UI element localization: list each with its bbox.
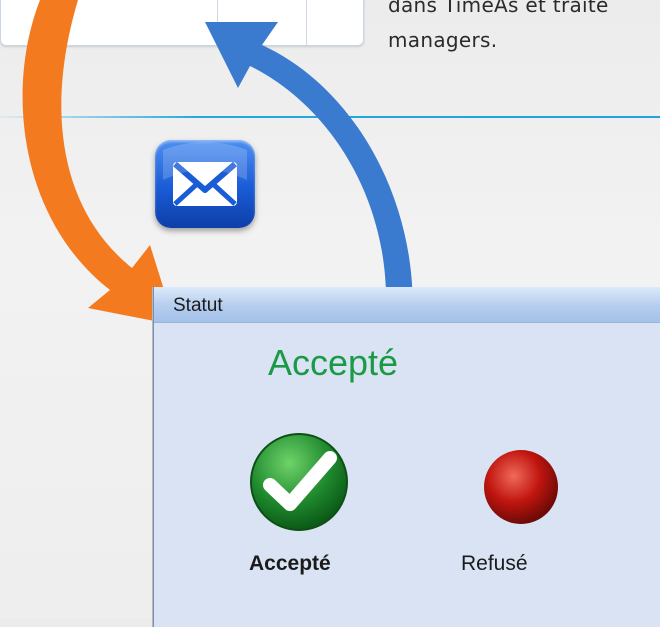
refuse-label: Refusé	[461, 552, 528, 575]
refuse-button[interactable]	[477, 442, 567, 532]
description-line: managers.	[388, 28, 498, 52]
section-divider	[0, 116, 660, 118]
orange-arrow	[22, 0, 176, 325]
current-status-value: Accepté	[267, 342, 399, 383]
status-titlebar: Statut	[154, 287, 660, 323]
table-column-divider	[306, 0, 307, 45]
mail-icon	[155, 140, 255, 228]
status-dialog: Statut Accepté Accepté Refusé	[153, 287, 660, 627]
table-column-divider	[56, 0, 57, 45]
accept-label: Accepté	[249, 552, 331, 575]
accept-button[interactable]	[242, 430, 357, 535]
red-circle-icon	[484, 450, 558, 524]
description-text: dans TimeAs et traite managers.	[388, 0, 660, 58]
check-icon	[250, 433, 348, 531]
table-column-divider	[217, 0, 218, 45]
table-fragment	[0, 0, 364, 46]
status-title: Statut	[173, 295, 223, 316]
description-line: dans TimeAs et traite	[388, 0, 609, 17]
